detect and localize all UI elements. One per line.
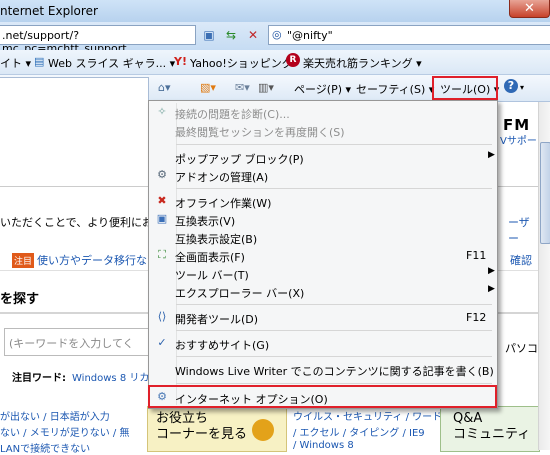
help-icon[interactable]: ? xyxy=(504,79,518,93)
menu-item-work-offline[interactable]: ✖ オフライン作業(W) xyxy=(149,192,495,210)
tips-banner-text: お役立ち コーナーを見る xyxy=(156,411,248,442)
tools-dropdown-menu: ✧ 接続の問題を診断(C)... 最終閲覧セッションを再度開く(S) ポップアッ… xyxy=(148,100,498,409)
site-search-placeholder: (キーワードを入力してく xyxy=(9,337,134,350)
refresh-icon[interactable]: ⇆ xyxy=(222,26,240,44)
support-link[interactable]: Vサポー xyxy=(500,132,537,147)
keywords-label: 注目ワード: xyxy=(12,373,66,384)
confirm-link[interactable]: 確認 xyxy=(510,252,532,268)
help-link[interactable]: が出ない / 日本語が入力 xyxy=(0,408,110,423)
diagnose-icon: ✧ xyxy=(157,105,167,118)
web-slice-icon: ▤ xyxy=(34,55,45,68)
favorites-bar: イト ▾ ▤ Web スライス ギャラ... ▾ Y! Yahoo!ショッピング… xyxy=(0,50,550,75)
user-link[interactable]: ーザー xyxy=(508,214,538,246)
menu-item-developer-tools[interactable]: ⟨⟩ 開発者ツール(D) F12 xyxy=(149,308,495,326)
stop-icon[interactable]: ✕ xyxy=(244,26,262,44)
pc-search-option[interactable]: パソコ xyxy=(505,340,538,356)
topic-link[interactable]: ウイルス・セキュリティ / ワード xyxy=(293,408,442,423)
favorites-item-rakuten[interactable]: 楽天売れ筋ランキング ▾ xyxy=(303,55,422,71)
feeds-icon[interactable]: ▧▾ xyxy=(200,81,216,94)
search-heading: を探す xyxy=(0,292,40,307)
rakuten-icon: R xyxy=(286,53,300,67)
menu-item-live-writer[interactable]: Windows Live Writer でこのコンテンツに関する記事を書く(B) xyxy=(149,360,495,378)
page-menu[interactable]: ページ(P) ▾ xyxy=(294,81,351,97)
search-value: "@nifty" xyxy=(287,29,333,42)
topic-link[interactable]: / Windows 8 xyxy=(293,440,354,451)
favorites-item-yahoo[interactable]: Yahoo!ショッピング xyxy=(190,55,293,71)
tv-icon xyxy=(252,419,274,441)
help-dropdown-icon[interactable]: ▾ xyxy=(520,83,524,92)
menu-item-fullscreen[interactable]: ⛶ 全画面表示(F) F11 xyxy=(149,246,495,264)
favorites-item[interactable]: イト ▾ xyxy=(0,55,31,71)
submenu-arrow-icon: ▶ xyxy=(488,284,495,294)
qa-community-text: Q&A コミュニティ xyxy=(453,411,531,442)
site-search-input[interactable]: (キーワードを入力してく xyxy=(4,328,156,356)
menu-item-popup-blocker[interactable]: ポップアップ ブロック(P) ▶ xyxy=(149,148,495,166)
address-row: .net/support/?mc_pc=mchtt_support ▣ ⇆ ✕ … xyxy=(0,22,550,55)
safety-menu[interactable]: セーフティ(S) ▾ xyxy=(356,81,434,97)
menu-item-diagnose[interactable]: ✧ 接続の問題を診断(C)... xyxy=(149,103,495,121)
nifty-search-icon: ◎ xyxy=(272,28,282,41)
fullscreen-icon: ⛶ xyxy=(158,248,166,261)
menu-item-suggested-sites[interactable]: ✓ おすすめサイト(G) xyxy=(149,334,495,352)
help-link[interactable]: ない / メモリが足りない / 無 xyxy=(0,424,129,439)
close-button[interactable]: ✕ xyxy=(509,0,550,18)
submenu-arrow-icon: ▶ xyxy=(488,266,495,276)
address-bar[interactable]: .net/support/?mc_pc=mchtt_support xyxy=(0,25,196,55)
offline-icon: ✖ xyxy=(157,194,167,207)
addon-icon: ⚙ xyxy=(157,168,167,181)
browser-tab[interactable] xyxy=(0,77,149,102)
check-icon: ✓ xyxy=(157,336,167,349)
qa-community-banner[interactable]: Q&A コミュニティ xyxy=(440,406,540,452)
menu-item-toolbars[interactable]: ツール バー(T) ▶ xyxy=(149,264,495,282)
menu-item-compat-settings[interactable]: 互換表示設定(B) xyxy=(149,228,495,246)
submenu-arrow-icon: ▶ xyxy=(488,150,495,160)
compat-view-icon[interactable]: ▣ xyxy=(200,26,218,44)
scrollbar-thumb[interactable] xyxy=(540,142,550,244)
help-link[interactable]: LANで接続できない xyxy=(0,440,90,455)
devtools-icon: ⟨⟩ xyxy=(157,310,167,323)
tips-banner[interactable]: お役立ち コーナーを見る xyxy=(147,406,287,452)
window-title: nternet Explorer xyxy=(0,4,98,18)
favorites-item-webslice[interactable]: Web スライス ギャラ... ▾ xyxy=(48,55,175,71)
mail-icon[interactable]: ✉▾ xyxy=(235,81,250,94)
yahoo-icon: Y! xyxy=(174,55,187,68)
menu-item-reopen-session[interactable]: 最終閲覧セッションを再度開く(S) xyxy=(149,121,495,139)
print-icon[interactable]: ▥▾ xyxy=(258,81,274,94)
menu-item-explorer-bars[interactable]: エクスプローラー バー(X) ▶ xyxy=(149,282,495,300)
notice-badge: 注目 xyxy=(12,253,35,268)
home-icon[interactable]: ⌂▾ xyxy=(158,81,171,94)
compat-icon: ▣ xyxy=(156,212,168,225)
topic-link[interactable]: / エクセル / タイピング / IE9 xyxy=(293,424,425,439)
keywords-links[interactable]: Windows 8 リカ xyxy=(72,369,149,384)
internet-options-highlight xyxy=(148,385,497,408)
title-bar: nternet Explorer ✕ xyxy=(0,0,550,22)
search-box[interactable]: ◎ "@nifty" xyxy=(268,25,550,45)
tools-menu-highlight xyxy=(432,76,498,100)
vertical-scrollbar[interactable] xyxy=(538,102,550,450)
menu-item-manage-addons[interactable]: ⚙ アドオンの管理(A) xyxy=(149,166,495,184)
menu-item-compat-view[interactable]: ▣ 互換表示(V) xyxy=(149,210,495,228)
